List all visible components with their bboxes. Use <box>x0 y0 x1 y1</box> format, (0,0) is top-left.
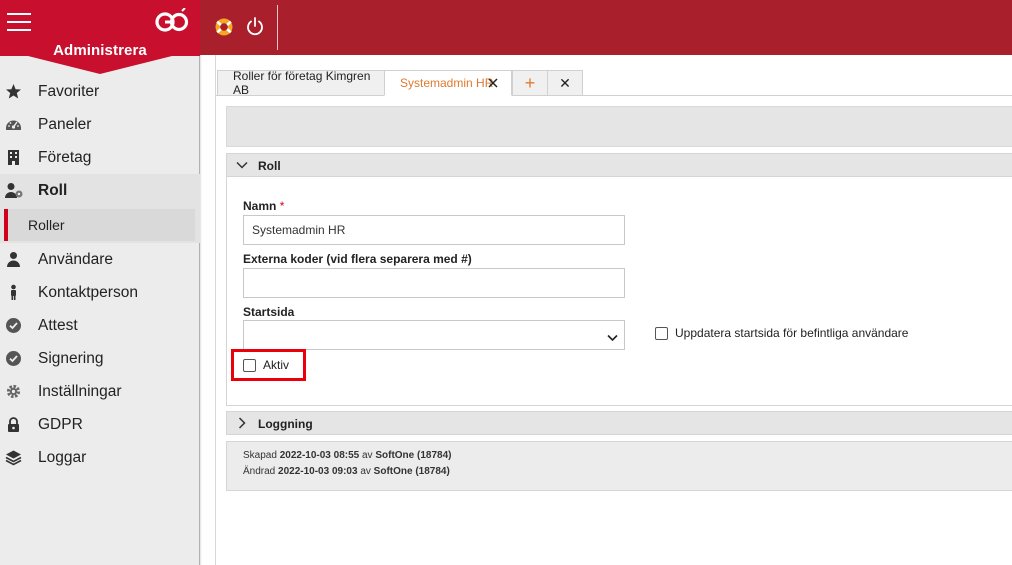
name-input[interactable]: Systemadmin HR <box>243 215 625 245</box>
tab-systemadmin-hr[interactable]: Systemadmin HR <box>384 70 512 96</box>
update-startpage-checkbox[interactable] <box>655 327 668 340</box>
external-codes-input[interactable] <box>243 268 625 298</box>
loggning-section-header[interactable]: Loggning <box>226 411 1012 435</box>
tab-roller-kimgren[interactable]: Roller för företag Kimgren AB <box>217 69 385 97</box>
sidebar-subitem-roller[interactable]: Roller <box>0 207 200 243</box>
update-startpage-label: Uppdatera startsida för befintliga använ… <box>675 326 909 340</box>
gear-icon <box>5 383 22 400</box>
sidebar-item-label: Signering <box>38 350 104 367</box>
created-prefix: Skapad <box>243 450 277 461</box>
chevron-right-icon <box>236 417 248 429</box>
changed-by-prefix: av <box>360 466 371 477</box>
sidebar-subitem-label: Roller <box>28 217 65 233</box>
chevron-down-icon <box>607 331 618 342</box>
changed-by: SoftOne (18784) <box>373 466 450 477</box>
contact-person-icon <box>5 284 22 301</box>
sidebar-item-signering[interactable]: Signering <box>0 342 200 375</box>
sidebar-item-anvandare[interactable]: Användare <box>0 243 200 276</box>
go-logo-icon <box>155 7 189 36</box>
sidebar-item-installningar[interactable]: Inställningar <box>0 375 200 408</box>
name-label-text: Namn <box>243 199 277 213</box>
created-value: 2022-10-03 08:55 <box>279 450 360 461</box>
app-root: Administrera Favoriter Paneler Företag R… <box>0 0 1012 565</box>
sidebar-item-foretag[interactable]: Företag <box>0 141 200 174</box>
sidebar-item-label: Användare <box>38 251 113 268</box>
startpage-select[interactable] <box>243 320 625 350</box>
sidebar-item-label: Inställningar <box>38 383 122 400</box>
sidebar-item-label: Kontaktperson <box>38 284 138 301</box>
roll-section-header[interactable]: Roll <box>226 153 1012 177</box>
lifebuoy-icon[interactable] <box>214 17 234 37</box>
highlight-box <box>231 349 306 381</box>
startpage-label: Startsida <box>243 305 295 319</box>
sidebar-nav: Favoriter Paneler Företag Roll Roller An… <box>0 75 200 474</box>
sidebar-item-roll[interactable]: Roll <box>0 174 200 207</box>
close-tab-icon[interactable] <box>487 76 499 90</box>
name-label: Namn * <box>243 199 284 213</box>
tab-label: Systemadmin HR <box>400 76 494 90</box>
sidebar-item-label: Roll <box>38 182 68 199</box>
section-title: Loggning <box>258 417 313 431</box>
sidebar-item-favoriter[interactable]: Favoriter <box>0 75 200 108</box>
created-by: SoftOne (18784) <box>375 450 452 461</box>
created-by-prefix: av <box>362 450 373 461</box>
user-role-icon <box>5 182 23 199</box>
toolbar <box>226 106 1012 147</box>
check-circle-icon <box>5 350 22 367</box>
audit-info: Skapad 2022-10-03 08:55 av SoftOne (1878… <box>226 441 1012 491</box>
tab-bar: Roller för företag Kimgren AB Systemadmi… <box>216 69 1012 97</box>
sidebar-item-label: GDPR <box>38 416 83 433</box>
sidebar-item-label: Företag <box>38 149 92 166</box>
sidebar-item-kontaktperson[interactable]: Kontaktperson <box>0 276 200 309</box>
sidebar-item-label: Loggar <box>38 449 87 466</box>
sidebar-item-attest[interactable]: Attest <box>0 309 200 342</box>
sidebar: Administrera Favoriter Paneler Företag R… <box>0 0 202 565</box>
layers-icon <box>5 449 22 466</box>
user-icon <box>5 251 22 268</box>
menu-icon[interactable] <box>7 13 31 33</box>
chevron-down-icon <box>236 159 248 171</box>
changed-value: 2022-10-03 09:03 <box>278 466 358 477</box>
add-tab-button[interactable]: + <box>512 70 548 96</box>
sidebar-item-label: Paneler <box>38 116 92 133</box>
main-content: Roller för företag Kimgren AB Systemadmi… <box>215 55 1012 565</box>
sidebar-item-label: Attest <box>38 317 78 334</box>
active-indicator <box>4 209 8 241</box>
sidebar-item-gdpr[interactable]: GDPR <box>0 408 200 441</box>
star-icon <box>5 83 22 100</box>
top-bar <box>200 0 1012 55</box>
power-icon[interactable] <box>245 15 265 37</box>
required-mark: * <box>279 199 285 213</box>
changed-row: Ändrad 2022-10-03 09:03 av SoftOne (1878… <box>243 466 450 477</box>
tab-label: Roller för företag Kimgren AB <box>233 69 371 97</box>
dashboard-icon <box>5 116 22 133</box>
close-icon: ✕ <box>559 74 571 91</box>
created-row: Skapad 2022-10-03 08:55 av SoftOne (1878… <box>243 450 451 461</box>
sidebar-item-label: Favoriter <box>38 83 100 100</box>
check-circle-icon <box>5 317 22 334</box>
lock-icon <box>5 416 22 433</box>
sidebar-item-paneler[interactable]: Paneler <box>0 108 200 141</box>
brand-header: Administrera <box>0 0 200 74</box>
topbar-divider <box>277 5 278 50</box>
changed-prefix: Ändrad <box>243 466 276 477</box>
plus-icon: + <box>524 73 536 93</box>
sidebar-item-loggar[interactable]: Loggar <box>0 441 200 474</box>
close-all-tabs-button[interactable]: ✕ <box>547 70 583 96</box>
external-codes-label: Externa koder (vid flera separera med #) <box>243 252 472 266</box>
section-title: Roll <box>258 159 281 173</box>
roll-section-body: Namn * Systemadmin HR Externa koder (vid… <box>226 177 1012 406</box>
building-icon <box>5 149 22 166</box>
brand-title: Administrera <box>53 42 147 59</box>
